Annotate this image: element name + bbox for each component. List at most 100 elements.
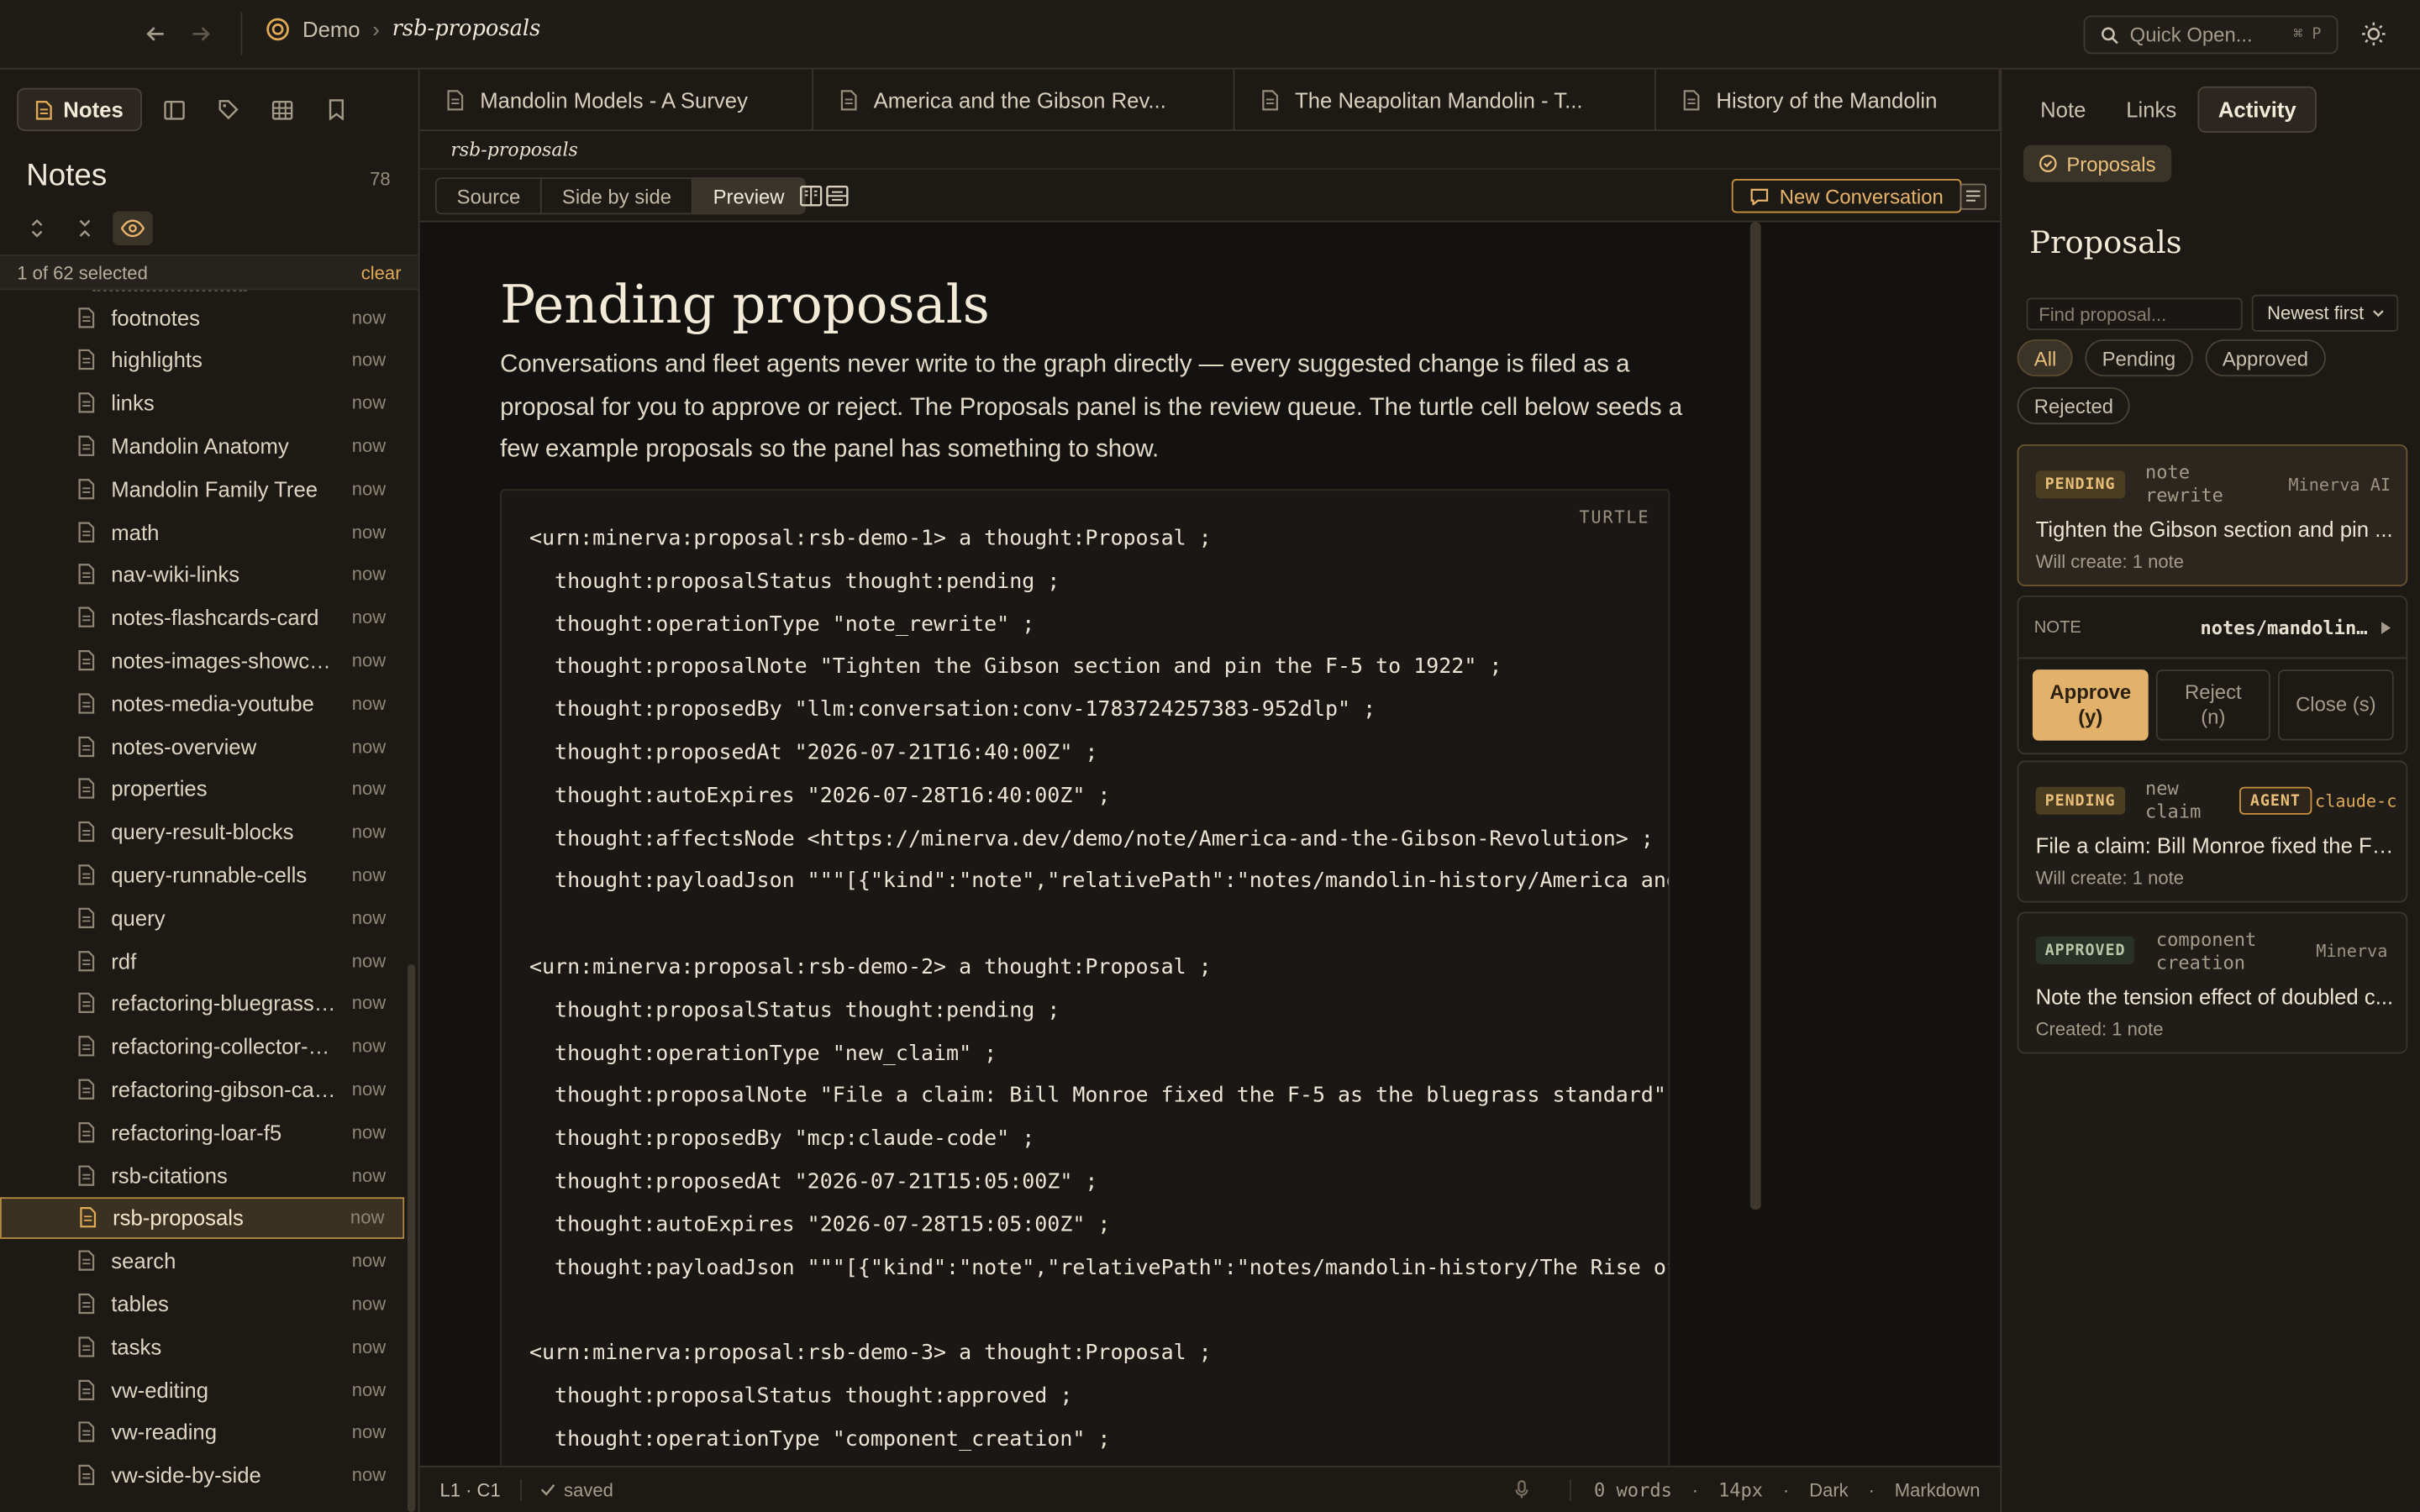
list-item[interactable]: search now (0, 1240, 404, 1282)
tab-links[interactable]: Links (2107, 87, 2195, 133)
tab-note[interactable]: Note (2022, 87, 2104, 133)
filter-all[interactable]: All (2017, 339, 2074, 377)
proposals-chip[interactable]: Proposals (2023, 144, 2171, 182)
list-item[interactable]: vw-editing now (0, 1368, 404, 1410)
outline-icon[interactable] (1960, 183, 1986, 210)
mic-icon[interactable] (1513, 1479, 1528, 1499)
list-item[interactable]: notes-overview now (0, 725, 404, 767)
note-time: now (351, 735, 387, 757)
tab-notes[interactable]: Notes (17, 87, 142, 132)
editor-tabs: Mandolin Models - A Survey America and th… (419, 69, 2001, 132)
list-item[interactable]: links now (0, 382, 404, 424)
tab-notes-label: Notes (63, 97, 124, 123)
search-icon (2101, 25, 2119, 44)
editor-tab[interactable]: The Neapolitan Mandolin - T... (1234, 69, 1656, 132)
quick-open-shortcut: ⌘ P (2293, 26, 2322, 44)
list-item[interactable]: refactoring-collector-market now (0, 1026, 404, 1068)
list-item[interactable]: tables now (0, 1283, 404, 1325)
filter-rejected[interactable]: Rejected (2017, 387, 2131, 425)
list-item[interactable]: query now (0, 896, 404, 938)
list-item[interactable]: refactoring-loar-f5 now (0, 1111, 404, 1153)
clear-selection-button[interactable]: clear (361, 261, 402, 283)
list-item[interactable]: vw-side-by-side now (0, 1454, 404, 1496)
list-item[interactable]: notes-images-showcase now (0, 639, 404, 681)
list-item[interactable]: refactoring-bluegrass-standard now (0, 983, 404, 1025)
reject-button[interactable]: Reject (n) (2155, 669, 2270, 741)
editor-tab[interactable]: Mandolin Models - A Survey (420, 69, 813, 132)
editor-scrollbar[interactable] (1749, 222, 1761, 1210)
quick-open-button[interactable]: Quick Open... ⌘ P (2083, 15, 2338, 55)
theme-indicator[interactable]: Dark (1809, 1478, 1849, 1500)
find-proposal-input[interactable]: Find proposal... (2026, 297, 2243, 331)
chat-icon (1750, 187, 1769, 205)
back-arrow-icon[interactable] (139, 17, 172, 50)
affected-note-row[interactable]: NOTE notes/mandolin… (2018, 597, 2407, 659)
note-time: now (351, 778, 387, 800)
list-item[interactable]: Mandolin Anatomy now (0, 425, 404, 467)
theme-toggle-icon[interactable] (2360, 20, 2387, 48)
forward-arrow-icon[interactable] (184, 17, 218, 50)
proposal-card[interactable]: PENDING note rewrite Minerva AI Tighten … (2017, 444, 2408, 586)
turtle-code: <urn:minerva:proposal:rsb-demo-1> a thou… (529, 526, 1668, 1452)
intro-paragraph: Conversations and fleet agents never wri… (500, 351, 1683, 464)
list-item[interactable]: refactoring-gibson-carving now (0, 1068, 404, 1110)
proposal-card[interactable]: APPROVED component creation Minerva Note… (2017, 911, 2408, 1054)
list-item[interactable]: vw-reading now (0, 1411, 404, 1453)
font-size-indicator[interactable]: 14px (1718, 1478, 1763, 1500)
document-icon (35, 99, 52, 119)
list-item[interactable]: math now (0, 511, 404, 553)
list-item[interactable]: notes-media-youtube now (0, 682, 404, 724)
split-layout-icon[interactable] (799, 185, 849, 207)
proposal-type: component creation (2155, 928, 2257, 974)
proposed-by: Minerva AI (2288, 475, 2391, 496)
list-item[interactable]: query-result-blocks now (0, 811, 404, 853)
list-item[interactable]: notes-flashcards-card now (0, 596, 404, 638)
proposal-card[interactable]: PENDING new claim AGENT claude-c File a … (2017, 760, 2408, 903)
list-item[interactable]: rsb-proposals now (0, 1196, 405, 1239)
filter-pending[interactable]: Pending (2085, 339, 2193, 377)
note-time: now (351, 391, 387, 414)
document-icon (1261, 90, 1280, 112)
list-item[interactable]: footnotes now (0, 297, 404, 339)
breadcrumb-workspace[interactable]: Demo (302, 17, 360, 41)
note-time: now (350, 1206, 385, 1229)
note-name: rsb-proposals (113, 1205, 244, 1231)
bookmark-icon[interactable] (310, 88, 364, 131)
right-panel: Note Links Activity Proposals Proposals … (2000, 69, 2420, 1512)
sort-select[interactable]: Newest first (2251, 294, 2399, 332)
note-time: now (351, 949, 387, 972)
list-item[interactable]: nav-wiki-links now (0, 554, 404, 596)
note-time: now (351, 1249, 387, 1272)
mode-source-button[interactable]: Source (437, 179, 543, 213)
tab-activity[interactable]: Activity (2197, 86, 2317, 133)
mode-preview-button[interactable]: Preview (692, 179, 805, 213)
list-item[interactable]: Mandolin Family Tree now (0, 468, 404, 510)
list-item[interactable]: tasks now (0, 1326, 404, 1368)
approve-button[interactable]: Approve (y) (2032, 669, 2149, 741)
tag-icon[interactable] (202, 88, 255, 131)
list-item[interactable]: query-runnable-cells now (0, 853, 404, 895)
new-conversation-button[interactable]: New Conversation (1731, 179, 1962, 213)
note-name: properties (111, 776, 208, 801)
document-icon (77, 1164, 96, 1186)
expand-icon[interactable] (17, 212, 57, 245)
selection-count: 1 of 62 selected (17, 261, 148, 284)
mode-side-by-side-button[interactable]: Side by side (542, 179, 693, 213)
collapse-icon[interactable] (65, 212, 105, 245)
status-bar: L1 · C1 saved 0 words · 14px · Dark · Ma… (419, 1465, 2001, 1512)
list-item[interactable]: properties now (0, 768, 404, 810)
layout-icon[interactable] (148, 88, 202, 131)
editor-tab[interactable]: America and the Gibson Rev... (813, 69, 1235, 132)
editor-tab[interactable]: History of the Mandolin (1656, 69, 2001, 132)
mode-indicator[interactable]: Markdown (1895, 1478, 1981, 1500)
table-icon[interactable] (256, 88, 310, 131)
sidebar-scrollbar[interactable] (407, 963, 416, 1512)
close-button[interactable]: Close (s) (2277, 669, 2394, 741)
list-item[interactable]: rdf now (0, 940, 404, 982)
list-item[interactable]: rsb-citations now (0, 1154, 404, 1196)
filter-approved[interactable]: Approved (2205, 339, 2326, 377)
note-name: links (111, 390, 155, 416)
list-item[interactable]: highlights now (0, 339, 404, 381)
eye-icon[interactable] (113, 211, 153, 246)
sidebar-tabs: Notes (17, 87, 364, 132)
